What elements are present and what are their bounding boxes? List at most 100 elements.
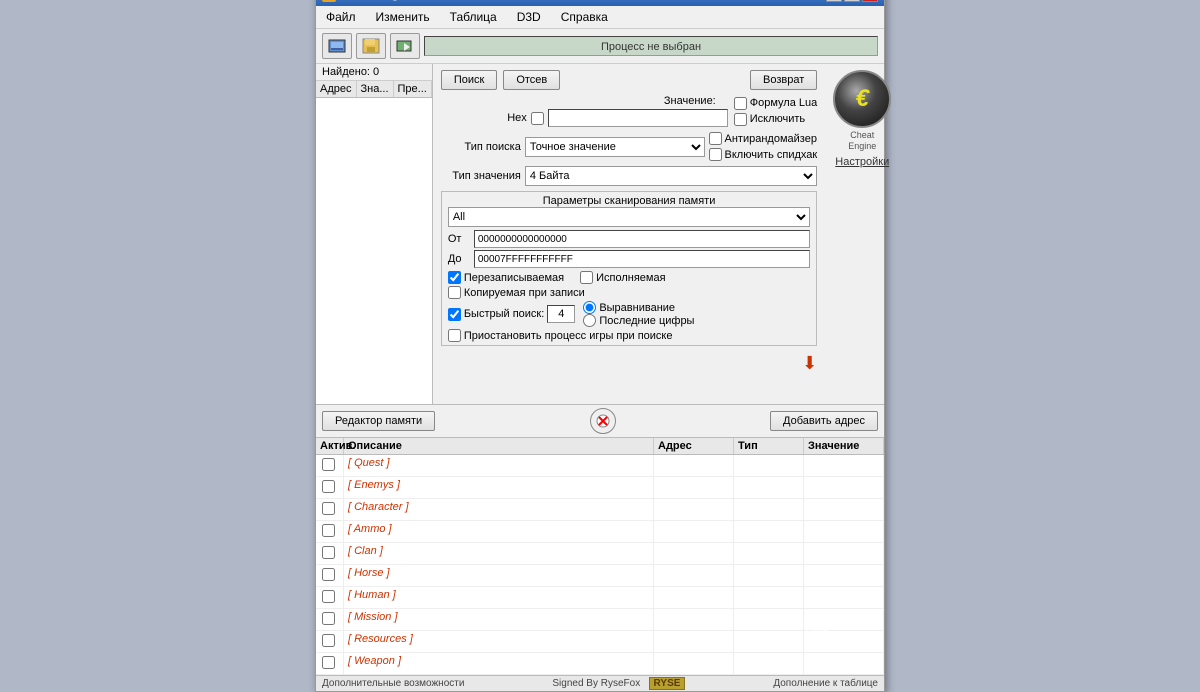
scan-params-title: Параметры сканирования памяти <box>448 195 810 207</box>
row-value <box>804 587 884 608</box>
row-checkbox[interactable] <box>316 455 344 476</box>
row-address <box>654 477 734 498</box>
lua-checkbox[interactable] <box>734 97 747 110</box>
search-type-row: Тип поиска Точное значение Антирандомайз… <box>441 132 817 161</box>
row-checkbox[interactable] <box>316 477 344 498</box>
row-type <box>734 631 804 652</box>
exec-checkbox[interactable] <box>580 271 593 284</box>
row-checkbox[interactable] <box>316 653 344 674</box>
antirandom-option: Антирандомайзер <box>709 132 818 145</box>
menu-edit[interactable]: Изменить <box>370 8 436 26</box>
from-input[interactable] <box>474 230 810 248</box>
speedhack-checkbox[interactable] <box>709 148 722 161</box>
row-checkbox[interactable] <box>316 543 344 564</box>
row-address <box>654 587 734 608</box>
hex-checkbox[interactable] <box>531 112 544 125</box>
row-value <box>804 455 884 476</box>
table-row[interactable]: [ Resources ] <box>316 631 884 653</box>
table-header: Актив. Описание Адрес Тип Значение <box>316 438 884 455</box>
menu-help[interactable]: Справка <box>555 8 614 26</box>
table-row[interactable]: [ Human ] <box>316 587 884 609</box>
status-right: Дополнение к таблице <box>773 678 878 689</box>
more-options: Антирандомайзер Включить спидхак <box>709 132 818 161</box>
antirandom-checkbox[interactable] <box>709 132 722 145</box>
process-bar: Процесс не выбран <box>424 36 878 56</box>
row-desc: [ Quest ] <box>344 455 654 476</box>
table-row[interactable]: [ Quest ] <box>316 455 884 477</box>
row-value <box>804 543 884 564</box>
logo-area: € CheatEngine Настройки <box>825 64 899 404</box>
table-row[interactable]: [ Mission ] <box>316 609 884 631</box>
row-checkbox[interactable] <box>316 521 344 542</box>
row-desc: [ Mission ] <box>344 609 654 630</box>
row-type <box>734 587 804 608</box>
menubar: Файл Изменить Таблица D3D Справка <box>316 6 884 29</box>
row-checkbox[interactable] <box>316 587 344 608</box>
fast-checkbox[interactable] <box>448 308 461 321</box>
stop-button[interactable] <box>590 408 616 434</box>
pause-checkbox[interactable] <box>448 329 461 342</box>
to-input[interactable] <box>474 250 810 268</box>
main-window: CE ChEAt Engine 7.0 — □ ✕ Файл Изменить … <box>315 0 885 692</box>
table-row[interactable]: [ Ammo ] <box>316 521 884 543</box>
fast-input[interactable] <box>547 305 575 323</box>
open-process-button[interactable] <box>322 33 352 59</box>
exclude-checkbox[interactable] <box>734 113 747 126</box>
exec-option: Исполняемая <box>580 271 665 284</box>
col-type: Тип <box>734 438 804 454</box>
table-row[interactable]: [ Enemys ] <box>316 477 884 499</box>
rewrite-checkbox[interactable] <box>448 271 461 284</box>
row-checkbox[interactable] <box>316 609 344 630</box>
from-section: От До <box>448 230 810 268</box>
minimize-button[interactable]: — <box>826 0 842 2</box>
search-type-label: Тип поиска <box>441 141 521 153</box>
memory-type-select[interactable]: All <box>448 207 810 227</box>
table-row[interactable]: [ Weapon ] <box>316 653 884 675</box>
menu-d3d[interactable]: D3D <box>511 8 547 26</box>
add-address-button[interactable]: Добавить адрес <box>770 411 878 431</box>
row-type <box>734 565 804 586</box>
copy-checkbox[interactable] <box>448 286 461 299</box>
from-label: От <box>448 233 470 245</box>
last-digits-radio[interactable] <box>583 314 596 327</box>
row-address <box>654 521 734 542</box>
return-button[interactable]: Возврат <box>750 70 817 90</box>
table-row[interactable]: [ Horse ] <box>316 565 884 587</box>
table-row[interactable]: [ Character ] <box>316 499 884 521</box>
row-value <box>804 653 884 674</box>
icon-area: ⬇ <box>441 353 817 374</box>
value-type-label: Тип значения <box>441 170 521 182</box>
row-address <box>654 543 734 564</box>
exclude-option: Исключить <box>734 113 818 126</box>
row-checkbox[interactable] <box>316 565 344 586</box>
row-checkbox[interactable] <box>316 499 344 520</box>
row-type <box>734 499 804 520</box>
save-button[interactable] <box>356 33 386 59</box>
row-desc: [ Weapon ] <box>344 653 654 674</box>
menu-file[interactable]: Файл <box>320 8 362 26</box>
search-type-select[interactable]: Точное значение <box>525 137 705 157</box>
search-button[interactable]: Поиск <box>441 70 497 90</box>
table-row[interactable]: [ Clan ] <box>316 543 884 565</box>
align-option: Выравнивание <box>583 301 694 314</box>
align-radio[interactable] <box>583 301 596 314</box>
row-address <box>654 565 734 586</box>
value-type-select[interactable]: 4 Байта <box>525 166 817 186</box>
arrow-icon: ⬇ <box>802 353 817 374</box>
row-checkbox[interactable] <box>316 631 344 652</box>
filter-button[interactable]: Отсев <box>503 70 560 90</box>
value-input[interactable] <box>548 109 728 127</box>
maximize-button[interactable]: □ <box>844 0 860 2</box>
menu-table[interactable]: Таблица <box>444 8 503 26</box>
memory-editor-button[interactable]: Редактор памяти <box>322 411 435 431</box>
main-area: Найдено: 0 Адрес Зна... Пре... Поиск Отс… <box>316 64 884 404</box>
lua-option: Формула Lua <box>734 97 818 110</box>
lua-label: Формула Lua <box>750 97 818 109</box>
toolbar: Процесс не выбран <box>316 29 884 64</box>
settings-label[interactable]: Настройки <box>835 156 889 168</box>
exec-label: Исполняемая <box>596 272 665 284</box>
load-button[interactable] <box>390 33 420 59</box>
rewrite-label: Перезаписываемая <box>464 272 564 284</box>
bottom-toolbar: Редактор памяти Добавить адрес <box>316 404 884 438</box>
close-button[interactable]: ✕ <box>862 0 878 2</box>
